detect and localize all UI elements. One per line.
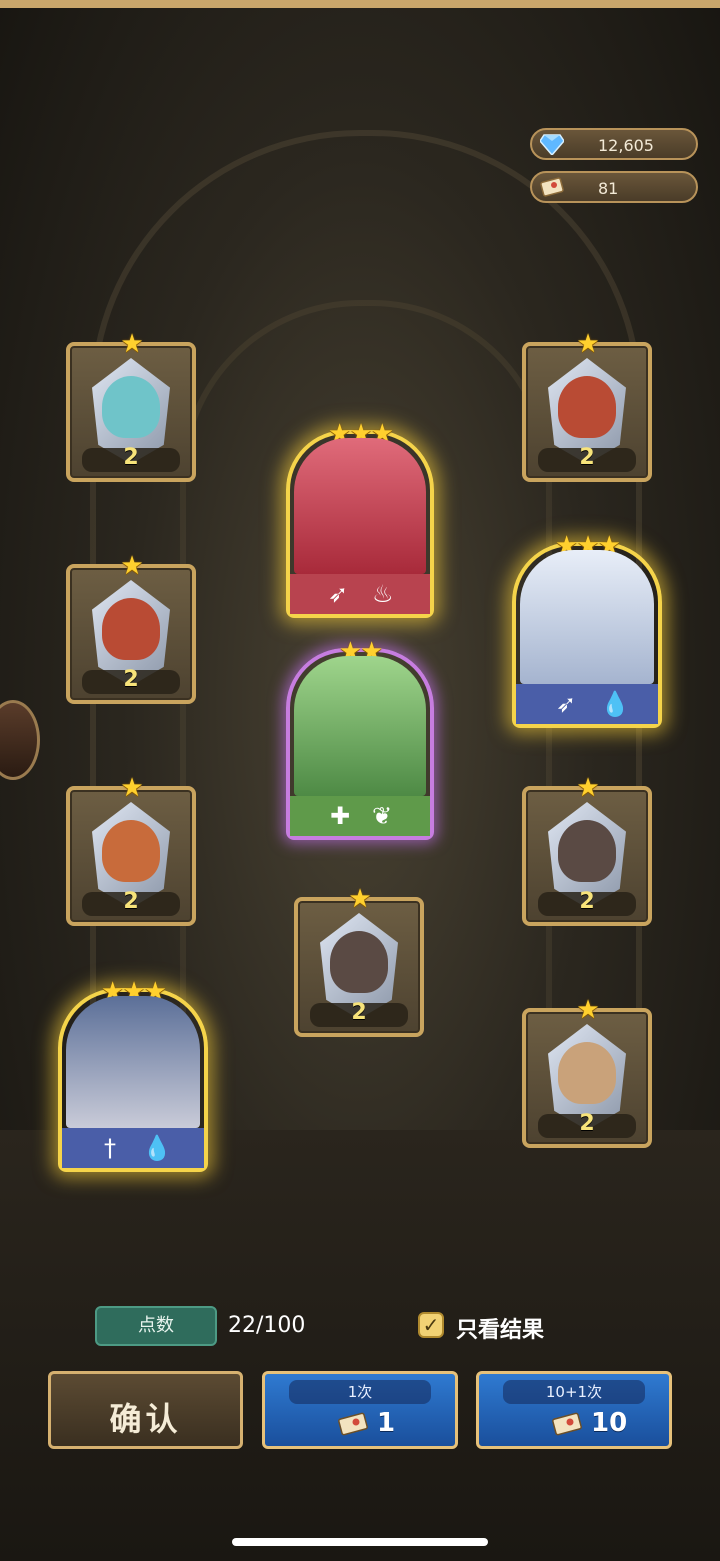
hero-shard-card[interactable]: ★ 2 bbox=[66, 552, 196, 704]
pull-once-cost: 1 bbox=[377, 1408, 396, 1438]
ticket-icon bbox=[540, 177, 564, 197]
star-rating: ★ bbox=[576, 329, 599, 359]
hero-card[interactable]: ★★★ ➶ 💧 bbox=[512, 532, 662, 728]
ticket-icon bbox=[338, 1412, 368, 1436]
pull-ten-button[interactable]: 10+1次 10 bbox=[476, 1371, 672, 1449]
water-icon: 💧 bbox=[600, 690, 630, 718]
star-rating: ★ bbox=[120, 551, 143, 581]
star-rating: ★ bbox=[120, 773, 143, 803]
water-icon: 💧 bbox=[142, 1134, 172, 1162]
hero-portrait bbox=[294, 656, 426, 796]
star-rating: ★ bbox=[576, 773, 599, 803]
hero-shard-card[interactable]: ★ 2 bbox=[522, 774, 652, 926]
bow-icon: ➶ bbox=[556, 690, 577, 718]
shard-count: 2 bbox=[123, 445, 139, 470]
hero-shard-card[interactable]: ★ 2 bbox=[66, 330, 196, 482]
gem-value: 12,605 bbox=[598, 136, 654, 155]
leaf-icon: ❦ bbox=[372, 802, 393, 830]
side-hero-avatar[interactable] bbox=[0, 700, 40, 780]
gem-counter[interactable]: 12,605 bbox=[530, 128, 698, 160]
hero-shard-card[interactable]: ★ 2 bbox=[66, 774, 196, 926]
hero-card-base bbox=[290, 796, 430, 836]
sword-icon: † bbox=[104, 1134, 116, 1162]
only-result-label: 只看结果 bbox=[456, 1318, 545, 1343]
hero-card-base bbox=[516, 684, 658, 724]
hero-shard-card[interactable]: ★ 2 bbox=[522, 330, 652, 482]
hero-card-base bbox=[62, 1128, 204, 1168]
hero-portrait bbox=[558, 820, 616, 882]
shard-count: 2 bbox=[123, 667, 139, 692]
hero-shard-card[interactable]: ★ 2 bbox=[294, 885, 424, 1037]
pull-once-caption: 1次 bbox=[289, 1380, 431, 1404]
pull-ten-caption: 10+1次 bbox=[503, 1380, 645, 1404]
shard-count: 2 bbox=[123, 889, 139, 914]
hero-card[interactable]: ★★★ ➶ ♨ bbox=[286, 420, 434, 618]
checkbox-icon[interactable]: ✓ bbox=[418, 1312, 444, 1338]
star-rating: ★ bbox=[348, 884, 371, 914]
hero-portrait bbox=[66, 996, 200, 1128]
top-border bbox=[0, 0, 720, 8]
confirm-button[interactable]: 确认 bbox=[48, 1371, 243, 1449]
hero-portrait bbox=[520, 550, 654, 684]
fire-icon: ♨ bbox=[372, 580, 394, 608]
plus-icon: ✚ bbox=[330, 802, 351, 830]
hero-portrait bbox=[102, 376, 160, 438]
star-rating: ★ bbox=[576, 995, 599, 1025]
diamond-icon bbox=[540, 134, 564, 155]
hero-portrait bbox=[102, 820, 160, 882]
hero-card-base bbox=[290, 574, 430, 614]
shard-count: 2 bbox=[579, 445, 595, 470]
points-value: 22/100 bbox=[228, 1313, 306, 1338]
home-indicator[interactable] bbox=[232, 1538, 488, 1546]
hero-card[interactable]: ★★ ✚ ❦ bbox=[286, 638, 434, 840]
hero-card[interactable]: ★★★ † 💧 bbox=[58, 978, 208, 1172]
hero-portrait bbox=[102, 598, 160, 660]
confirm-label: 确认 bbox=[109, 1400, 182, 1438]
pull-ten-cost: 10 bbox=[591, 1408, 628, 1438]
ticket-value: 81 bbox=[598, 179, 619, 198]
bow-icon: ➶ bbox=[328, 580, 349, 608]
hero-portrait bbox=[558, 1042, 616, 1104]
ticket-counter[interactable]: 81 bbox=[530, 171, 698, 203]
shard-count: 2 bbox=[351, 1000, 367, 1025]
pull-once-button[interactable]: 1次 1 bbox=[262, 1371, 458, 1449]
hero-portrait bbox=[294, 438, 426, 574]
star-rating: ★ bbox=[120, 329, 143, 359]
points-label: 点数 bbox=[95, 1306, 217, 1346]
hero-portrait bbox=[558, 376, 616, 438]
shard-count: 2 bbox=[579, 889, 595, 914]
hero-portrait bbox=[330, 931, 388, 993]
hero-shard-card[interactable]: ★ 2 bbox=[522, 996, 652, 1148]
ticket-icon bbox=[552, 1412, 582, 1436]
shard-count: 2 bbox=[579, 1111, 595, 1136]
